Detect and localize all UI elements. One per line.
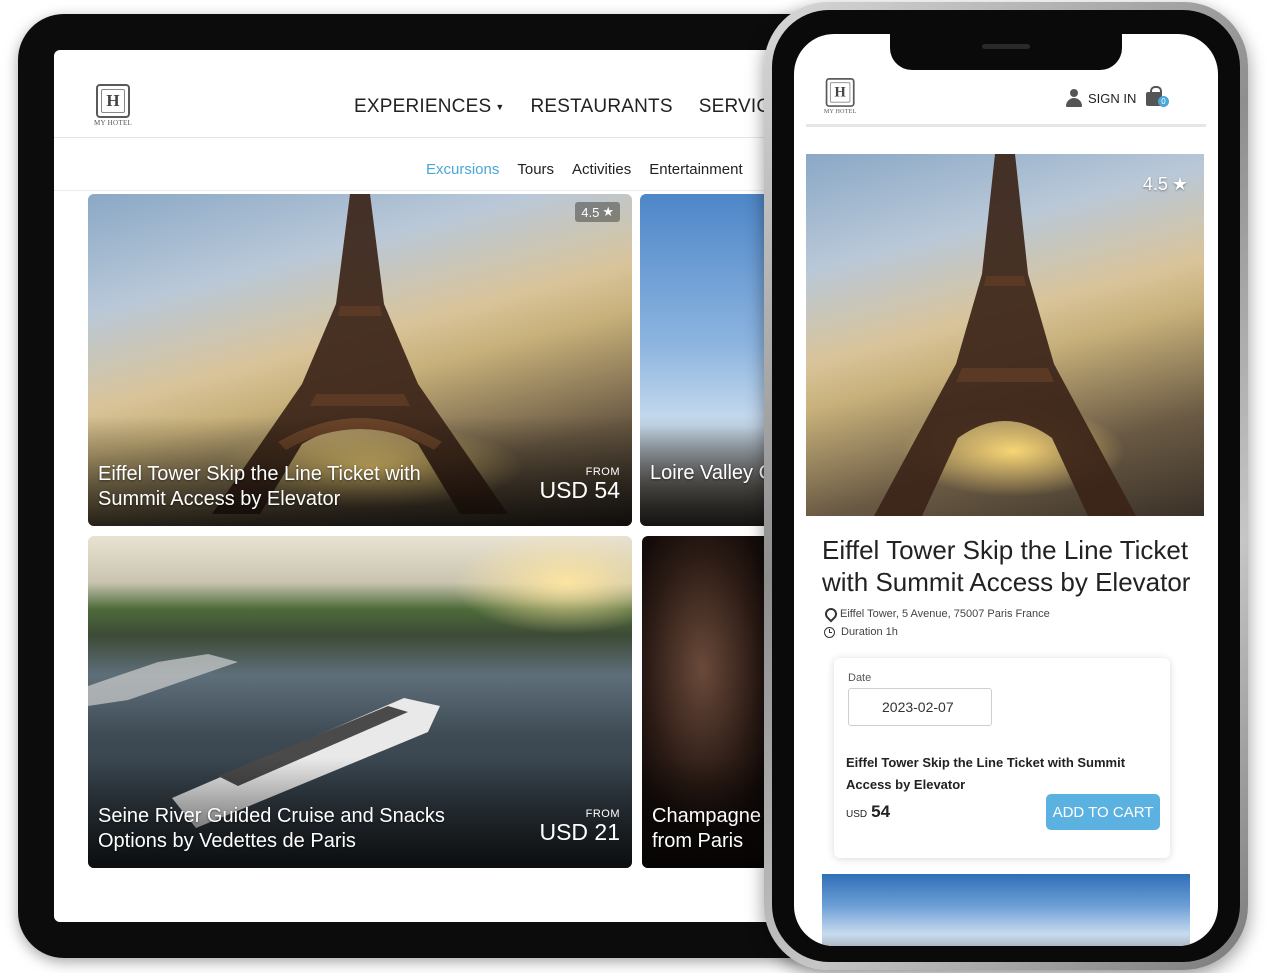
price-amount: USD 21	[539, 819, 620, 845]
location-row: Eiffel Tower, 5 Avenue, 75007 Paris Fran…	[824, 608, 1050, 620]
duration-text: Duration 1h	[841, 626, 898, 638]
excursion-card-seine[interactable]: Seine River Guided Cruise and Snacks Opt…	[88, 536, 632, 868]
card-title: Loire Valley C	[650, 462, 774, 484]
excursion-card-eiffel[interactable]: 4.5 ★ Eiffel Tower Skip the Line Ticket …	[88, 194, 632, 526]
clock-icon	[824, 626, 835, 638]
add-to-cart-button[interactable]: ADD TO CART	[1046, 794, 1160, 830]
subnav-entertainment[interactable]: Entertainment	[649, 161, 742, 178]
location-pin-icon	[824, 608, 834, 620]
star-icon: ★	[602, 204, 614, 219]
logo-name: MY HOTEL	[94, 119, 133, 127]
logo-letter: H	[834, 83, 846, 101]
rating-value: 4.5	[1142, 174, 1168, 194]
star-icon: ★	[1171, 174, 1188, 194]
card-title: Champagne from Paris	[652, 805, 761, 852]
logo-letter: H	[106, 91, 120, 110]
location-text: Eiffel Tower, 5 Avenue, 75007 Paris Fran…	[840, 608, 1050, 620]
card-price: FROM USD 21	[539, 808, 620, 846]
user-icon	[1066, 89, 1082, 107]
eiffel-tower-illustration	[874, 154, 1136, 516]
nav-item-label: EXPERIENCES	[354, 96, 492, 117]
hotel-logo[interactable]: H MY HOTEL	[94, 84, 132, 127]
sign-in-link[interactable]: SIGN IN	[1066, 89, 1136, 107]
subnav-excursions[interactable]: Excursions	[426, 161, 499, 178]
nav-item-label: RESTAURANTS	[530, 96, 673, 117]
phone-bezel: H MY HOTEL SIGN IN 0 4.5 ★ Eiffel Tower …	[772, 10, 1240, 962]
booking-price: USD 54	[846, 802, 890, 822]
cart-count-badge: 0	[1158, 96, 1169, 107]
phone-device: H MY HOTEL SIGN IN 0 4.5 ★ Eiffel Tower …	[764, 2, 1248, 970]
logo-badge: H	[96, 84, 131, 118]
logo-badge: H	[825, 78, 855, 107]
booking-item-title: Eiffel Tower Skip the Line Ticket with S…	[846, 755, 1126, 792]
price-currency: USD	[846, 809, 868, 820]
nav-item-experiences[interactable]: EXPERIENCES ▼	[354, 96, 504, 118]
phone-header: H MY HOTEL SIGN IN 0	[794, 34, 1218, 130]
rating-badge: 4.5 ★	[575, 202, 620, 222]
booking-card: Date 2023-02-07 Eiffel Tower Skip the Li…	[834, 658, 1170, 858]
date-input[interactable]: 2023-02-07	[848, 688, 992, 726]
duration-row: Duration 1h	[824, 626, 898, 638]
rating-value: 4.5	[581, 204, 600, 220]
product-title: Eiffel Tower Skip the Line Ticket with S…	[822, 535, 1191, 597]
sub-nav: Excursions Tours Activities Entertainmen…	[426, 161, 761, 178]
sign-in-label: SIGN IN	[1088, 90, 1137, 106]
cart-icon[interactable]: 0	[1146, 86, 1170, 108]
subnav-tours[interactable]: Tours	[517, 161, 554, 178]
date-label: Date	[848, 672, 872, 684]
hero-image: 4.5 ★	[806, 154, 1204, 516]
card-title: Eiffel Tower Skip the Line Ticket with S…	[98, 463, 421, 510]
price-amount: 54	[871, 802, 891, 821]
hero-rating: 4.5 ★	[1143, 174, 1188, 195]
phone-screen: H MY HOTEL SIGN IN 0 4.5 ★ Eiffel Tower …	[794, 34, 1218, 946]
logo-name: MY HOTEL	[824, 107, 857, 115]
price-amount: USD 54	[539, 477, 620, 503]
card-title: Seine River Guided Cruise and Snacks Opt…	[98, 805, 445, 852]
header-divider	[806, 124, 1206, 127]
nav-item-restaurants[interactable]: RESTAURANTS	[530, 96, 672, 118]
hotel-logo[interactable]: H MY HOTEL	[824, 78, 856, 115]
next-item-image	[822, 874, 1190, 946]
caret-down-icon: ▼	[495, 102, 505, 112]
card-price: FROM USD 54	[539, 466, 620, 504]
subnav-activities[interactable]: Activities	[572, 161, 631, 178]
